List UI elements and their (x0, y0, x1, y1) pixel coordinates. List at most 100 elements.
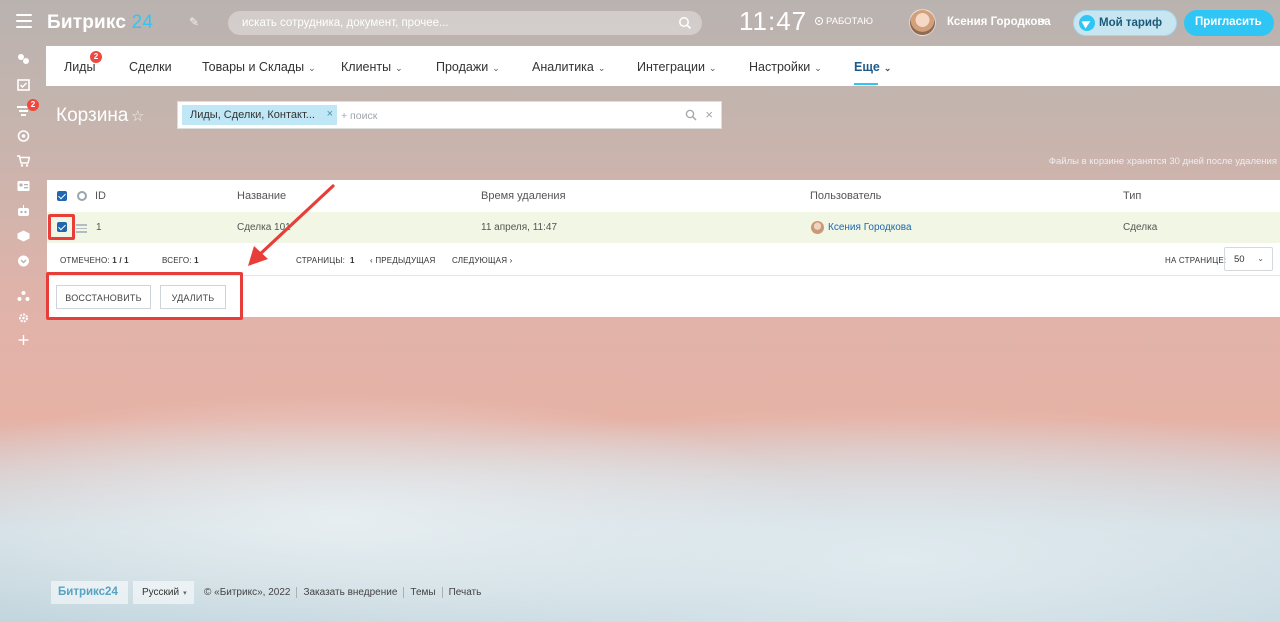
work-status-icon (815, 17, 823, 25)
tab-settings[interactable]: Настройки ⌄ (749, 60, 822, 74)
table-row[interactable]: 1 Сделка 101 11 апреля, 11:47 Ксения Гор… (47, 212, 1280, 243)
row-type: Сделка (1123, 222, 1158, 233)
row-id: 1 (96, 222, 102, 233)
rocket-icon (1079, 15, 1095, 31)
tab-leads-label: Лиды (64, 60, 96, 74)
chevron-down-icon: ⌄ (814, 63, 822, 73)
filter-chip[interactable]: Лиды, Сделки, Контакт... × (182, 105, 337, 125)
chevron-down-icon[interactable]: ▾ (1041, 16, 1046, 27)
target-icon[interactable] (17, 130, 30, 142)
plus-icon[interactable] (17, 334, 30, 346)
tab-products[interactable]: Товары и Склады ⌄ (202, 60, 316, 74)
prev-label: ПРЕДЫДУЩАЯ (375, 256, 436, 265)
chevron-left-icon: ‹ (370, 256, 373, 265)
annotation-checkbox-highlight (48, 214, 75, 240)
work-status[interactable]: РАБОТАЮ (815, 16, 873, 27)
tab-clients[interactable]: Клиенты ⌄ (341, 60, 403, 74)
per-page-select[interactable]: 50 ⌄ (1224, 247, 1273, 271)
tab-analytics[interactable]: Аналитика ⌄ (532, 60, 605, 74)
clock[interactable]: 11:47 (739, 6, 807, 37)
page-title: Корзина (56, 105, 129, 126)
language-select[interactable]: Русский ▾ (133, 581, 194, 604)
tab-leads[interactable]: Лиды (64, 60, 95, 74)
sidebar-badge: 2 (27, 99, 39, 111)
tariff-label: Мой тариф (1099, 17, 1163, 29)
row-user-link[interactable]: Ксения Городкова (828, 222, 912, 233)
search-icon[interactable] (685, 109, 697, 121)
contact-card-icon[interactable] (17, 180, 30, 192)
avatar[interactable] (909, 9, 936, 36)
tab-sales[interactable]: Продажи ⌄ (436, 60, 500, 74)
tab-deals-label: Сделки (129, 60, 172, 74)
chevron-down-icon: ⌄ (883, 63, 892, 73)
column-header-type[interactable]: Тип (1123, 190, 1141, 202)
active-tab-indicator (854, 83, 878, 85)
left-sidebar: 2 (0, 46, 46, 376)
order-implementation-link[interactable]: Заказать внедрение (296, 587, 404, 598)
filter-placeholder: + поиск (341, 110, 378, 122)
crm-navbar: Лиды 2 Сделки Товары и Склады ⌄ Клиенты ⌄ … (46, 46, 1280, 86)
annotation-arrow-icon (248, 184, 335, 266)
tab-more[interactable]: Еще ⌄ (854, 60, 891, 74)
clear-icon[interactable]: × (705, 107, 713, 122)
chevron-down-icon: ⌄ (492, 63, 500, 73)
total-label: ВСЕГО: (162, 256, 192, 265)
tariff-button[interactable]: Мой тариф (1073, 10, 1177, 36)
robot-icon[interactable] (17, 205, 30, 217)
column-header-deleted-at[interactable]: Время удаления (481, 190, 566, 202)
prev-page-button[interactable]: ‹ ПРЕДЫДУЩАЯ (370, 256, 435, 265)
invite-button[interactable]: Пригласить (1184, 10, 1274, 36)
logo-number: 24 (131, 12, 154, 33)
language-value: Русский (142, 587, 180, 598)
star-icon[interactable]: ☆ (131, 107, 144, 125)
drag-handle-icon[interactable] (76, 224, 87, 235)
tab-products-label: Товары и Склады (202, 60, 305, 74)
column-header-id[interactable]: ID (95, 190, 106, 202)
chevron-right-icon: › (509, 256, 513, 265)
pencil-icon[interactable]: ✎ (189, 15, 199, 29)
search-placeholder: искать сотрудника, документ, прочее... (242, 17, 449, 29)
per-page-value: 50 (1234, 254, 1245, 265)
search-icon[interactable] (678, 16, 692, 30)
avatar (811, 221, 824, 234)
tab-analytics-label: Аналитика (532, 60, 594, 74)
tab-clients-label: Клиенты (341, 60, 392, 74)
selected-count: ОТМЕЧЕНО: 1 / 1 (60, 256, 129, 265)
tab-more-label: Еще (854, 60, 880, 74)
chat-icon[interactable] (17, 53, 30, 65)
column-header-user[interactable]: Пользователь (810, 190, 881, 202)
sitemap-icon[interactable] (17, 290, 30, 302)
work-status-label: РАБОТАЮ (826, 16, 873, 27)
box-icon[interactable] (17, 230, 30, 242)
global-search-input[interactable]: искать сотрудника, документ, прочее... (228, 11, 702, 35)
cart-icon[interactable] (17, 155, 31, 167)
next-label: СЛЕДУЮЩАЯ (452, 256, 508, 265)
tab-integrations[interactable]: Интеграции ⌄ (637, 60, 717, 74)
tab-settings-label: Настройки (749, 60, 811, 74)
close-icon[interactable]: × (327, 108, 333, 120)
footer-logo[interactable]: Битрикс24 (51, 581, 128, 604)
gear-icon[interactable] (77, 191, 87, 201)
next-page-button[interactable]: СЛЕДУЮЩАЯ › (452, 256, 513, 265)
top-header: Битрикс 24 ✎ искать сотрудника, документ… (0, 0, 1280, 46)
menu-icon[interactable] (16, 14, 32, 28)
print-link[interactable]: Печать (441, 587, 488, 598)
copyright: © «Битрикс», 2022 (204, 587, 291, 598)
user-name[interactable]: Ксения Городкова (947, 16, 1051, 28)
chevron-down-icon: ⌄ (1257, 254, 1264, 263)
chevron-down-icon: ⌄ (597, 63, 606, 73)
chevron-down-icon: ⌄ (308, 63, 316, 73)
gear-icon[interactable] (17, 312, 30, 324)
app-logo[interactable]: Битрикс 24 (47, 12, 153, 34)
pages-value: 1 (349, 256, 355, 265)
per-page-label: НА СТРАНИЦЕ: (1165, 256, 1227, 265)
filter-search-input[interactable]: Лиды, Сделки, Контакт... × + поиск × (177, 101, 722, 129)
annotation-buttons-highlight (46, 272, 243, 320)
select-all-checkbox[interactable] (57, 191, 67, 201)
chevron-circle-icon[interactable] (17, 255, 30, 267)
selected-value: 1 / 1 (112, 256, 129, 265)
themes-link[interactable]: Темы (403, 587, 442, 598)
tab-deals[interactable]: Сделки (129, 60, 172, 74)
tasks-icon[interactable] (17, 79, 30, 91)
retention-note: Файлы в корзине хранятся 30 дней после у… (1048, 156, 1277, 167)
